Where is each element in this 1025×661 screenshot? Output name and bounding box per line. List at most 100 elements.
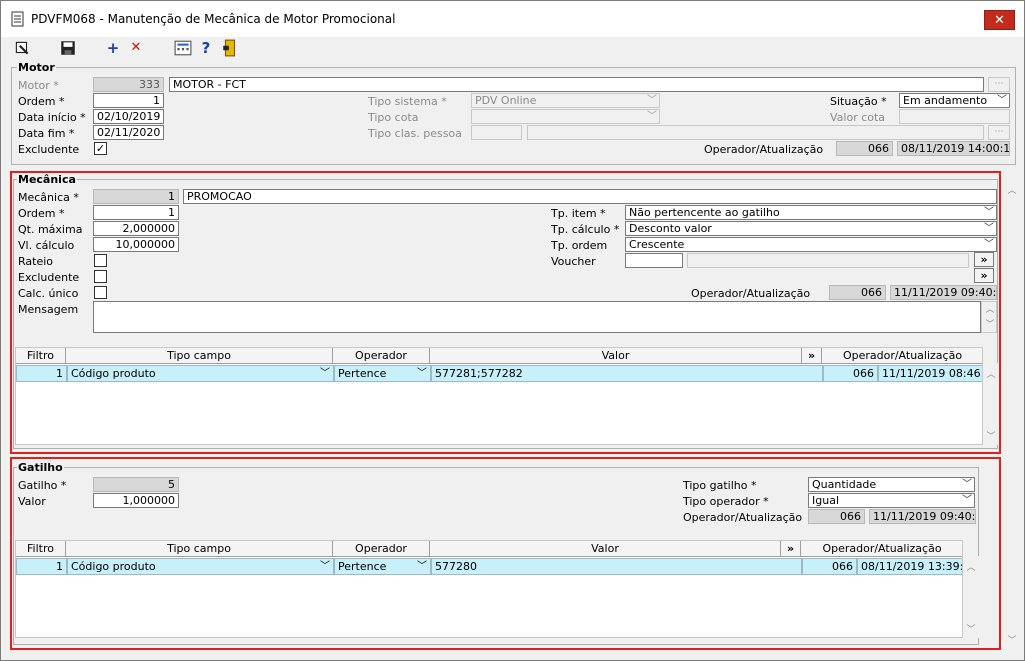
mecanica-name-field[interactable]: PROMOCAO: [183, 189, 997, 204]
valor-cota-field[interactable]: [899, 109, 1010, 124]
door-exit-icon[interactable]: [221, 39, 239, 57]
chevron-down-icon: ﹀: [417, 561, 427, 572]
calculator-icon[interactable]: [174, 39, 192, 57]
help-icon[interactable]: ?: [197, 39, 215, 57]
cell-tipo-campo[interactable]: Código produto ﹀: [67, 365, 334, 382]
mecanica-grid-scrollbar[interactable]: ︿ ﹀: [983, 363, 999, 445]
title-bar: PDVFM068 - Manutenção de Mecânica de Mot…: [1, 1, 1024, 37]
voucher-expand-button[interactable]: »: [974, 252, 994, 267]
tp-item-label: Tp. item *: [551, 207, 606, 220]
mecanica-group-title: Mecânica: [17, 173, 77, 186]
chevron-down-icon: ﹀: [962, 495, 972, 506]
grid-header-valor[interactable]: Valor: [430, 348, 802, 364]
scroll-up-icon[interactable]: ︿: [963, 560, 979, 576]
motor-name-field[interactable]: MOTOR - FCT: [169, 77, 984, 92]
qt-maxima-label: Qt. máxima: [18, 223, 83, 236]
data-fim-field[interactable]: 02/11/2020: [93, 125, 164, 140]
cell-valor[interactable]: 577280: [431, 558, 802, 575]
grid-header-tipo-campo[interactable]: Tipo campo: [66, 541, 333, 557]
data-fim-label: Data fim *: [18, 127, 75, 140]
scroll-down-icon[interactable]: ﹀: [982, 317, 998, 333]
grid-header-valor[interactable]: Valor: [430, 541, 781, 557]
chevron-down-icon: ﹀: [984, 239, 994, 250]
tipo-clas-lookup-button[interactable]: ⋯: [988, 125, 1010, 140]
form-scrollbar[interactable]: ︿ ﹀: [1004, 171, 1020, 650]
calc-unico-checkbox[interactable]: [94, 286, 107, 299]
voucher-code-field[interactable]: [625, 253, 683, 268]
cell-operador-value: Pertence: [338, 367, 387, 380]
gatilho-grid-scrollbar[interactable]: ︿ ﹀: [963, 556, 979, 638]
tipo-sistema-select[interactable]: PDV Online ﹀: [471, 93, 660, 108]
mecanica-oper-label: Operador/Atualização: [691, 287, 811, 300]
cell-filtro[interactable]: 1: [16, 365, 67, 382]
motor-ordem-field[interactable]: 1: [93, 93, 164, 108]
mecanica-ordem-label: Ordem *: [18, 207, 65, 220]
cell-oper-date: 08/11/2019 13:39:16: [857, 558, 962, 575]
tipo-sistema-label: Tipo sistema *: [368, 95, 447, 108]
scroll-down-icon[interactable]: ﹀: [1004, 633, 1020, 649]
rateio-checkbox[interactable]: [94, 254, 107, 267]
tipo-sistema-value: PDV Online: [475, 94, 537, 107]
tipo-operador-select[interactable]: Igual ﹀: [808, 493, 975, 508]
grid-header-tipo-campo[interactable]: Tipo campo: [66, 348, 333, 364]
scroll-down-icon[interactable]: ﹀: [963, 622, 979, 638]
mensagem-textarea[interactable]: [93, 301, 981, 333]
tp-calculo-select[interactable]: Desconto valor ﹀: [625, 221, 997, 236]
tp-item-value: Não pertencente ao gatilho: [629, 206, 780, 219]
cell-oper-code: 066: [823, 365, 878, 382]
exit-icon[interactable]: [13, 39, 31, 57]
cell-operador[interactable]: Pertence ﹀: [334, 365, 431, 382]
grid-header-expand[interactable]: »: [781, 541, 801, 557]
grid-header-operador-atualizacao[interactable]: Operador/Atualização: [801, 541, 962, 557]
scroll-down-icon[interactable]: ﹀: [983, 429, 999, 445]
tipo-cota-label: Tipo cota: [368, 111, 419, 124]
delete-icon[interactable]: ✕: [127, 39, 145, 57]
tp-ordem-select[interactable]: Crescente ﹀: [625, 237, 997, 252]
motor-lookup-button[interactable]: ⋯: [988, 77, 1010, 92]
mensagem-scrollbar[interactable]: ︿ ﹀: [981, 301, 997, 333]
tp-ordem-label: Tp. ordem: [551, 239, 608, 252]
save-icon[interactable]: [59, 39, 77, 57]
grid-header-filtro[interactable]: Filtro: [16, 348, 66, 364]
cell-oper-date: 11/11/2019 08:46:34: [878, 365, 982, 382]
gatilho-valor-field[interactable]: 1,000000: [93, 493, 179, 508]
data-inicio-field[interactable]: 02/10/2019: [93, 109, 164, 124]
tp-calculo-value: Desconto valor: [629, 222, 712, 235]
tipo-gatilho-select[interactable]: Quantidade ﹀: [808, 477, 975, 492]
motor-oper-code: 066: [836, 141, 893, 156]
mecanica-ordem-field[interactable]: 1: [93, 205, 179, 220]
cell-tipo-campo[interactable]: Código produto ﹀: [67, 558, 334, 575]
cell-valor[interactable]: 577281;577282: [431, 365, 823, 382]
situacao-select[interactable]: Em andamento ﹀: [899, 93, 1010, 108]
grid-header-filtro[interactable]: Filtro: [16, 541, 66, 557]
tipo-clas-pessoa-name-field[interactable]: [527, 125, 984, 140]
add-icon[interactable]: +: [104, 39, 122, 57]
tipo-clas-pessoa-code-field[interactable]: [471, 125, 522, 140]
mensagem-label: Mensagem: [18, 303, 79, 316]
tipo-operador-value: Igual: [812, 494, 839, 507]
motor-excludente-checkbox[interactable]: ✓: [94, 142, 107, 155]
tp-calculo-label: Tp. cálculo *: [551, 223, 620, 236]
tipo-cota-select[interactable]: ﹀: [471, 109, 660, 124]
cell-operador[interactable]: Pertence ﹀: [334, 558, 431, 575]
grid-header-expand[interactable]: »: [802, 348, 822, 364]
data-inicio-label: Data início *: [18, 111, 86, 124]
scroll-up-icon[interactable]: ︿: [982, 302, 998, 318]
close-button[interactable]: ✕: [984, 10, 1015, 30]
voucher-name-field[interactable]: [687, 253, 969, 268]
qt-maxima-field[interactable]: 2,000000: [93, 221, 179, 236]
mecanica-oper-code: 066: [829, 285, 886, 300]
cell-filtro[interactable]: 1: [16, 558, 67, 575]
vl-calculo-field[interactable]: 10,000000: [93, 237, 179, 252]
grid-header-operador[interactable]: Operador: [333, 541, 430, 557]
scroll-up-icon[interactable]: ︿: [1004, 183, 1020, 199]
grid-header-operador[interactable]: Operador: [333, 348, 430, 364]
mecanica-excludente-checkbox[interactable]: [94, 270, 107, 283]
scroll-up-icon[interactable]: ︿: [983, 367, 999, 383]
cell-oper-code: 066: [802, 558, 857, 575]
mecanica-expand-button[interactable]: »: [974, 268, 994, 283]
gatilho-field: 5: [93, 477, 179, 492]
gatilho-label: Gatilho *: [18, 479, 67, 492]
tp-item-select[interactable]: Não pertencente ao gatilho ﹀: [625, 205, 997, 220]
grid-header-operador-atualizacao[interactable]: Operador/Atualização: [822, 348, 982, 364]
